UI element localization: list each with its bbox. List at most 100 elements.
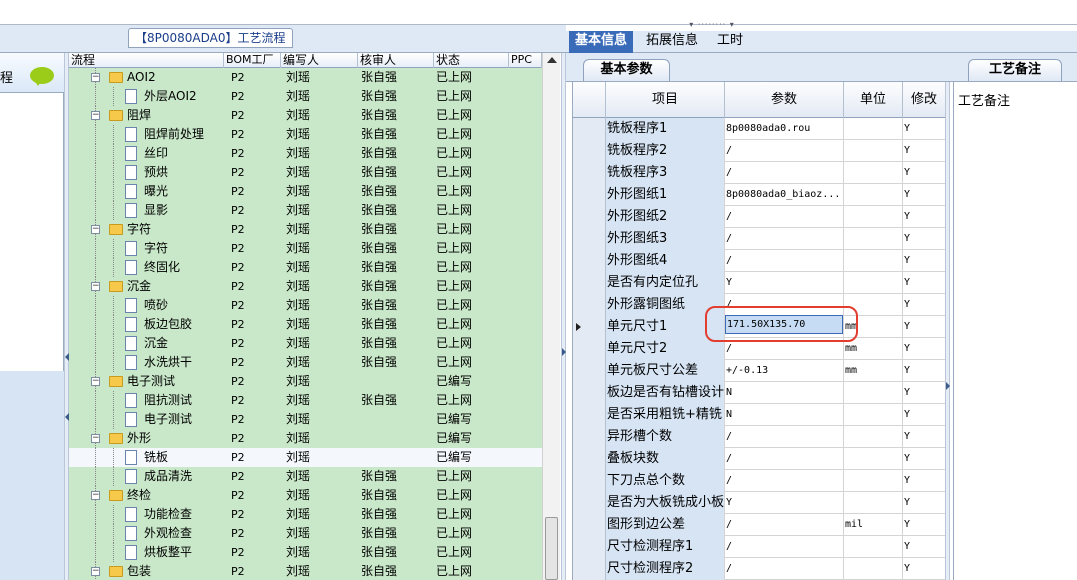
row-header[interactable]: [573, 448, 606, 470]
table-row[interactable]: 阻抗测试 P2 刘瑶 张自强 已上网: [69, 391, 542, 410]
process-flow-title-tab[interactable]: 【8P0080ADA0】工艺流程: [128, 28, 293, 48]
param-unit-cell[interactable]: [844, 272, 903, 294]
param-unit-cell[interactable]: [844, 470, 903, 492]
param-unit-cell[interactable]: [844, 162, 903, 184]
param-value-cell[interactable]: +/-0.13: [725, 360, 844, 382]
table-row[interactable]: 预烘 P2 刘瑶 张自强 已上网: [69, 163, 542, 182]
param-modify-cell[interactable]: Y: [903, 206, 945, 228]
table-row[interactable]: 显影 P2 刘瑶 张自强 已上网: [69, 201, 542, 220]
param-unit-cell[interactable]: [844, 184, 903, 206]
param-value-cell[interactable]: 8p0080ada0_biaoz...: [725, 184, 844, 206]
param-value-cell[interactable]: N: [725, 382, 844, 404]
table-row[interactable]: 丝印 P2 刘瑶 张自强 已上网: [69, 144, 542, 163]
param-modify-cell[interactable]: Y: [903, 140, 945, 162]
param-modify-cell[interactable]: Y: [903, 316, 945, 338]
table-row[interactable]: 外观检查 P2 刘瑶 张自强 已上网: [69, 524, 542, 543]
table-row[interactable]: − 外形 P2 刘瑶 已编写: [69, 429, 542, 448]
param-row[interactable]: 下刀点总个数 / Y: [573, 470, 945, 492]
param-unit-cell[interactable]: [844, 536, 903, 558]
param-unit-cell[interactable]: [844, 448, 903, 470]
col-header-item[interactable]: 项目: [606, 82, 725, 118]
param-row[interactable]: 单元板尺寸公差 +/-0.13 mm Y: [573, 360, 945, 382]
col-header-writer[interactable]: 编写人: [281, 53, 358, 68]
param-unit-cell[interactable]: mm: [844, 360, 903, 382]
tree-collapse-icon[interactable]: −: [91, 377, 100, 386]
table-row[interactable]: − 包装 P2 刘瑶 张自强 已上网: [69, 562, 542, 580]
param-value-cell[interactable]: 8p0080ada0.rou: [725, 118, 844, 140]
param-modify-cell[interactable]: Y: [903, 404, 945, 426]
param-modify-cell[interactable]: Y: [903, 360, 945, 382]
col-header-param[interactable]: 参数: [725, 82, 844, 118]
middle-splitter[interactable]: [561, 53, 566, 580]
param-modify-cell[interactable]: Y: [903, 338, 945, 360]
param-row[interactable]: 外形图纸1 8p0080ada0_biaoz... Y: [573, 184, 945, 206]
table-row[interactable]: 功能检查 P2 刘瑶 张自强 已上网: [69, 505, 542, 524]
param-modify-cell[interactable]: Y: [903, 382, 945, 404]
param-unit-cell[interactable]: [844, 492, 903, 514]
right-splitter[interactable]: [945, 82, 950, 580]
tab-work-hours[interactable]: 工时: [711, 31, 749, 53]
param-modify-cell[interactable]: Y: [903, 162, 945, 184]
table-row[interactable]: − 电子测试 P2 刘瑶 已编写: [69, 372, 542, 391]
table-row[interactable]: 终固化 P2 刘瑶 张自强 已上网: [69, 258, 542, 277]
param-row[interactable]: 异形槽个数 / Y: [573, 426, 945, 448]
tree-collapse-icon[interactable]: −: [91, 73, 100, 82]
param-value-cell[interactable]: /: [725, 162, 844, 184]
row-header[interactable]: [573, 470, 606, 492]
param-modify-cell[interactable]: Y: [903, 426, 945, 448]
param-modify-cell[interactable]: Y: [903, 228, 945, 250]
param-unit-cell[interactable]: mm: [844, 338, 903, 360]
row-header[interactable]: [573, 294, 606, 316]
splitter-grip-icon[interactable]: ▾ ········ ▾: [680, 20, 744, 30]
param-row[interactable]: 铣板程序1 8p0080ada0.rou Y: [573, 118, 945, 140]
param-value-cell[interactable]: /: [725, 426, 844, 448]
tree-collapse-icon[interactable]: −: [91, 567, 100, 576]
table-row[interactable]: 曝光 P2 刘瑶 张自强 已上网: [69, 182, 542, 201]
row-header[interactable]: [573, 338, 606, 360]
param-value-cell[interactable]: /: [725, 514, 844, 536]
row-header[interactable]: [573, 536, 606, 558]
param-value-cell[interactable]: Y: [725, 272, 844, 294]
param-value-cell[interactable]: /: [725, 228, 844, 250]
table-row[interactable]: 沉金 P2 刘瑶 张自强 已上网: [69, 334, 542, 353]
param-row[interactable]: 图形到边公差 / mil Y: [573, 514, 945, 536]
row-header[interactable]: [573, 228, 606, 250]
param-unit-cell[interactable]: [844, 140, 903, 162]
param-unit-cell[interactable]: [844, 382, 903, 404]
scrollbar-thumb[interactable]: [545, 517, 558, 580]
param-modify-cell[interactable]: Y: [903, 294, 945, 316]
param-unit-cell[interactable]: [844, 404, 903, 426]
row-header[interactable]: [573, 404, 606, 426]
tab-basic-info[interactable]: 基本信息: [569, 31, 634, 53]
tab-extended-info[interactable]: 拓展信息: [640, 31, 704, 53]
param-unit-cell[interactable]: [844, 118, 903, 140]
row-header[interactable]: [573, 250, 606, 272]
row-header[interactable]: [573, 382, 606, 404]
row-header[interactable]: [573, 140, 606, 162]
col-header-ppc[interactable]: PPC: [509, 53, 542, 68]
col-header-unit[interactable]: 单位: [844, 82, 903, 118]
scroll-up-arrow-icon[interactable]: [547, 57, 557, 63]
param-value-cell[interactable]: Y: [725, 492, 844, 514]
param-modify-cell[interactable]: Y: [903, 470, 945, 492]
table-row[interactable]: 电子测试 P2 刘瑶 已编写: [69, 410, 542, 429]
row-header[interactable]: [573, 360, 606, 382]
param-unit-cell[interactable]: [844, 228, 903, 250]
row-header[interactable]: [573, 492, 606, 514]
param-unit-cell[interactable]: [844, 558, 903, 580]
collapse-right-arrow-icon[interactable]: [946, 382, 950, 390]
param-modify-cell[interactable]: Y: [903, 272, 945, 294]
table-row[interactable]: 成品清洗 P2 刘瑶 张自强 已上网: [69, 467, 542, 486]
row-header[interactable]: [573, 118, 606, 140]
col-header-status[interactable]: 状态: [434, 53, 509, 68]
tab-basic-params[interactable]: 基本参数: [583, 59, 670, 81]
param-row[interactable]: 外形图纸4/ Y: [573, 250, 945, 272]
table-row[interactable]: 阻焊前处理 P2 刘瑶 张自强 已上网: [69, 125, 542, 144]
param-value-cell[interactable]: N: [725, 404, 844, 426]
table-row[interactable]: 外层AOI2 P2 刘瑶 张自强 已上网: [69, 87, 542, 106]
tree-collapse-icon[interactable]: −: [91, 491, 100, 500]
comment-bubble-icon[interactable]: [30, 67, 54, 86]
param-row[interactable]: 叠板块数 / Y: [573, 448, 945, 470]
col-header-bom[interactable]: BOM工厂: [224, 53, 281, 68]
param-row[interactable]: 板边是否有钻槽设计 N Y: [573, 382, 945, 404]
